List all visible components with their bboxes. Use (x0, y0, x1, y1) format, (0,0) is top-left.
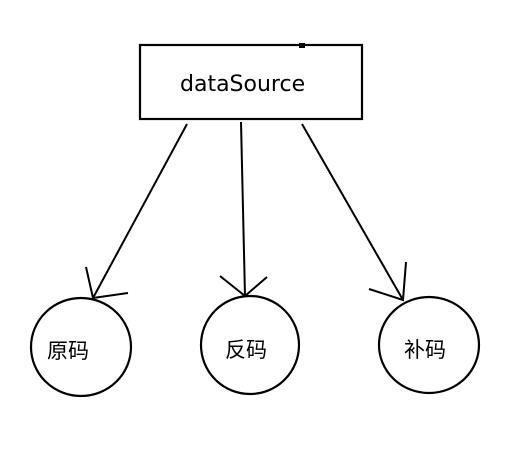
arrow-to-child-1 (85, 123, 188, 300)
root-label: dataSource (180, 72, 305, 97)
child-node-3: 补码 (377, 295, 481, 395)
child-node-2: 反码 (199, 294, 301, 396)
tree-diagram: dataSource 原码 反码 补码 (29, 43, 481, 398)
arrow-shaft-1 (92, 123, 188, 299)
arrow-head-2 (219, 275, 268, 298)
child-label-3: 补码 (404, 338, 446, 362)
arrow-to-child-3 (301, 123, 407, 302)
root-box-tick (299, 43, 305, 48)
root-node: dataSource (138, 43, 364, 121)
arrow-shaft-2 (240, 121, 246, 297)
arrow-to-child-2 (219, 121, 268, 298)
arrow-shaft-3 (301, 123, 404, 301)
child-label-1: 原码 (47, 339, 89, 363)
child-node-1: 原码 (29, 296, 133, 398)
child-label-2: 反码 (225, 338, 267, 362)
